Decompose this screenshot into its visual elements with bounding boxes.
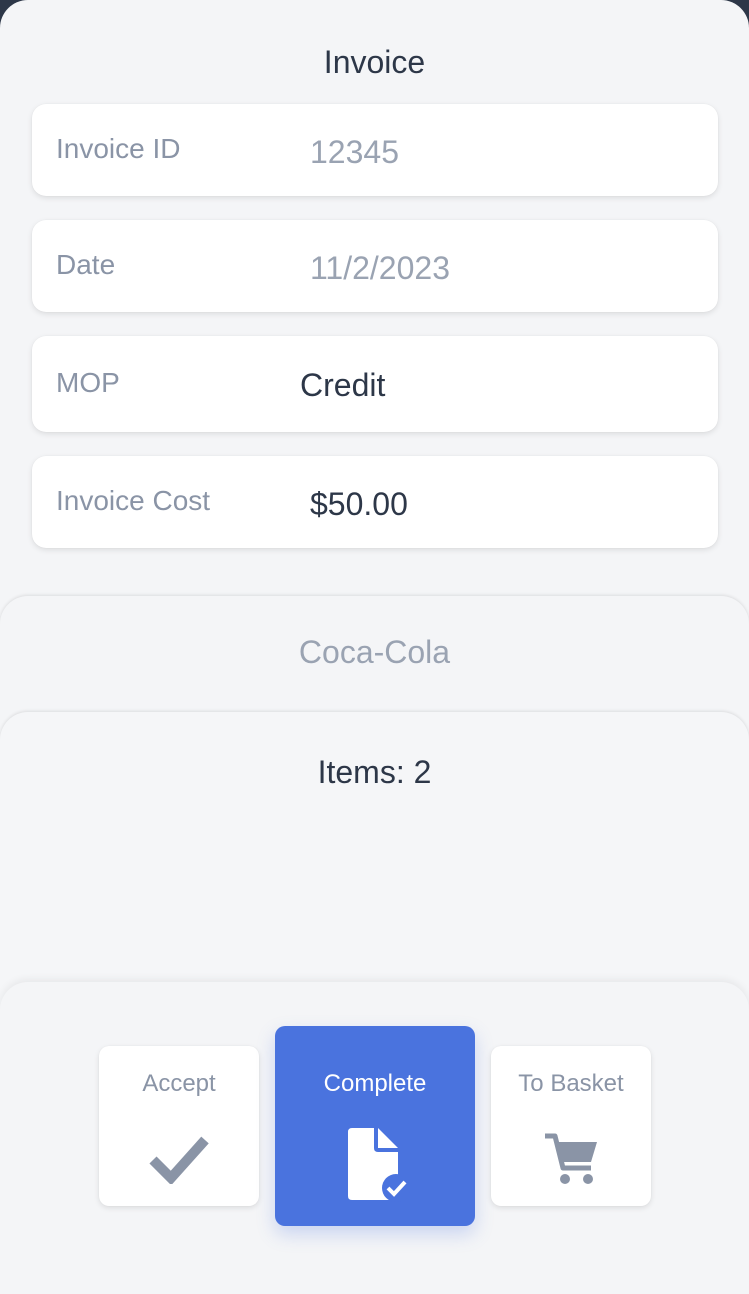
invoice-cost-value[interactable]: $50.00 bbox=[310, 486, 408, 523]
to-basket-button[interactable]: To Basket bbox=[491, 1046, 651, 1206]
invoice-cost-label: Invoice Cost bbox=[56, 485, 211, 516]
date-field[interactable]: Date 11/2/2023 bbox=[32, 220, 718, 312]
to-basket-label: To Basket bbox=[518, 1070, 624, 1097]
mop-field[interactable]: MOP Credit bbox=[32, 336, 718, 432]
date-value[interactable]: 11/2/2023 bbox=[310, 250, 450, 287]
shopping-cart-icon bbox=[545, 1133, 597, 1184]
accept-label: Accept bbox=[142, 1070, 216, 1097]
items-count: Items: 2 bbox=[317, 754, 432, 790]
complete-button[interactable]: Complete bbox=[275, 1026, 475, 1226]
invoice-id-label: Invoice ID bbox=[56, 133, 181, 164]
complete-label: Complete bbox=[323, 1070, 427, 1097]
page-title: Invoice bbox=[323, 44, 426, 80]
accept-button[interactable]: Accept bbox=[99, 1046, 259, 1206]
mop-value[interactable]: Credit bbox=[300, 367, 385, 404]
invoice-cost-field[interactable]: Invoice Cost $50.00 bbox=[32, 456, 718, 548]
invoice-id-value[interactable]: 12345 bbox=[310, 134, 399, 171]
date-label: Date bbox=[56, 249, 116, 280]
invoice-sheet: Invoice Invoice ID 12345 Date 11/2/2023 … bbox=[0, 0, 749, 1294]
checkmark-icon bbox=[149, 1136, 209, 1184]
vendor-name: Coca-Cola bbox=[298, 634, 451, 670]
document-check-icon bbox=[348, 1128, 410, 1202]
mop-label: MOP bbox=[56, 367, 120, 398]
invoice-id-field[interactable]: Invoice ID 12345 bbox=[32, 104, 718, 196]
actions-panel: Accept Complete To Basket bbox=[0, 982, 749, 1294]
